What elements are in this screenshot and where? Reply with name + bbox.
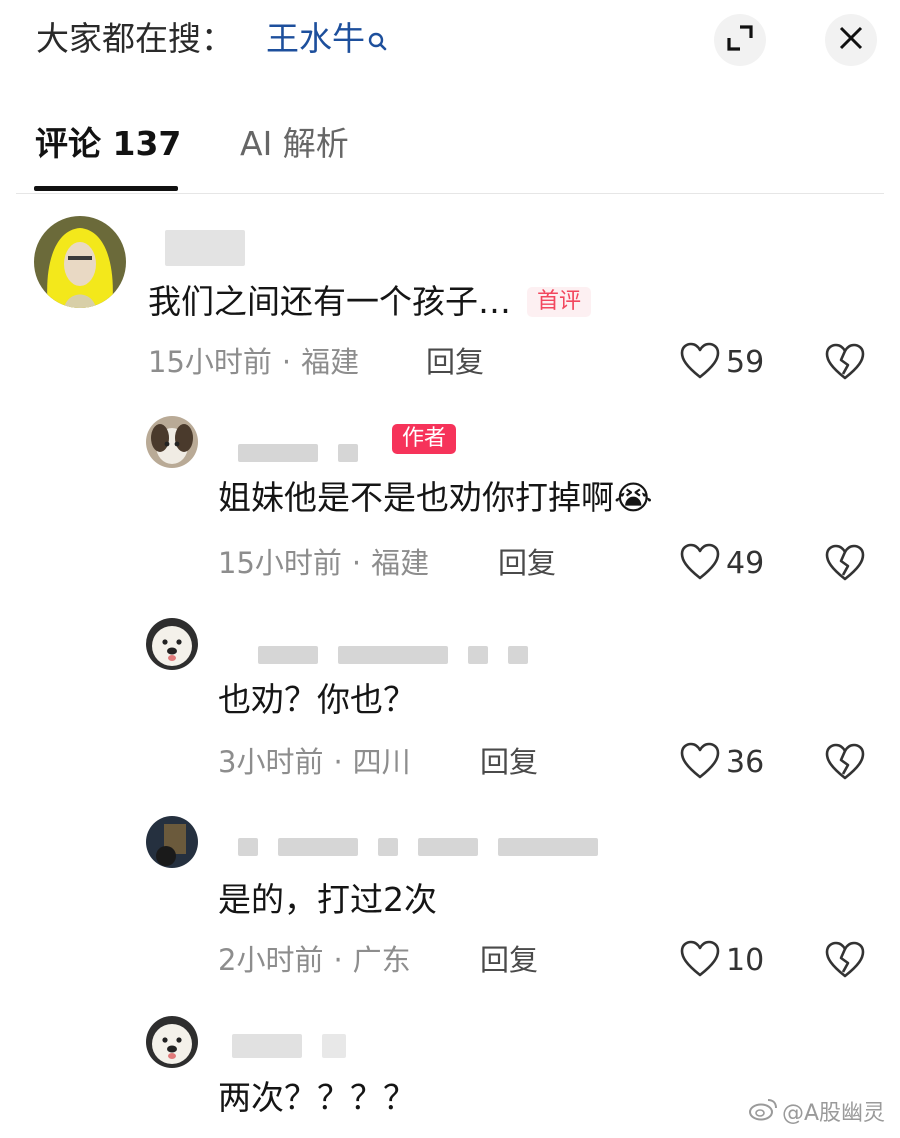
reply-item: 作者 姐妹他是不是也劝你打掉啊😭 15小时前 · 福建 回复 49 (0, 412, 900, 592)
comment-location: 四川 (352, 745, 411, 779)
username-blurred[interactable] (232, 1034, 346, 1058)
close-button[interactable] (825, 14, 877, 66)
active-tab-indicator (34, 186, 178, 191)
expand-icon (725, 23, 755, 57)
avatar[interactable] (34, 216, 126, 308)
reply-button[interactable]: 回复 (480, 742, 538, 782)
comment-text-body: 是的，打过2次 (218, 880, 437, 919)
like-button[interactable]: 36 (680, 742, 764, 784)
search-hint-label: 大家都在搜： (36, 19, 234, 58)
heart-icon (680, 543, 720, 585)
reply-button[interactable]: 回复 (498, 543, 556, 583)
first-comment-badge: 首评 (527, 287, 592, 317)
like-count: 36 (726, 745, 765, 780)
meta-separator: · (333, 745, 343, 779)
reply-item: 是的，打过2次 2小时前 · 广东 回复 10 (0, 812, 900, 992)
comment-text: 姐妹他是不是也劝你打掉啊😭 (218, 476, 653, 520)
broken-heart-icon (825, 544, 865, 586)
tabs-divider (16, 193, 884, 194)
comment-meta: 3小时前 · 四川 (218, 742, 411, 782)
like-button[interactable]: 59 (680, 342, 764, 384)
username-blurred[interactable] (165, 230, 245, 266)
author-badge: 作者 (392, 424, 457, 454)
comment-time: 2小时前 (218, 943, 324, 977)
dislike-button[interactable] (825, 743, 865, 785)
comment-location: 广东 (352, 943, 411, 977)
like-button[interactable]: 49 (680, 543, 764, 585)
comment-item: 我们之间还有一个孩子… 首评 15小时前 · 福建 回复 59 (0, 212, 900, 392)
top-search-bar: 大家都在搜： 王水牛 (0, 0, 900, 80)
comment-text-body: 姐妹他是不是也劝你打掉啊😭 (218, 478, 653, 517)
tab-ai-analysis[interactable]: AI 解析 (240, 122, 349, 166)
username-blurred[interactable] (238, 444, 358, 462)
meta-separator: · (281, 345, 292, 379)
weibo-icon (748, 1097, 778, 1130)
heart-icon (680, 742, 720, 784)
comment-text: 我们之间还有一个孩子… 首评 (148, 280, 592, 324)
comment-text: 也劝？你也？ (218, 678, 416, 722)
magnifier-icon (368, 22, 388, 64)
like-button[interactable]: 10 (680, 940, 764, 982)
watermark-text: @A股幽灵 (782, 1100, 886, 1126)
comment-meta: 15小时前 · 福建 (218, 543, 429, 583)
avatar[interactable] (146, 816, 198, 868)
comment-text: 两次？？？？ (218, 1076, 416, 1120)
search-suggestion-text: 王水牛 (266, 19, 365, 58)
like-count: 49 (726, 546, 765, 581)
like-count: 59 (726, 345, 765, 380)
comment-text-body: 两次？？？？ (218, 1078, 416, 1117)
avatar[interactable] (146, 618, 198, 670)
comment-time: 15小时前 (218, 546, 342, 580)
search-suggestion-link[interactable]: 王水牛 (266, 18, 388, 64)
reply-button[interactable]: 回复 (426, 342, 484, 382)
comment-text-body: 也劝？你也？ (218, 680, 416, 719)
comment-tabs: 评论 137 AI 解析 (0, 118, 900, 194)
broken-heart-icon (825, 941, 865, 983)
username-blurred[interactable] (238, 838, 598, 856)
like-count: 10 (726, 943, 765, 978)
dislike-button[interactable] (825, 544, 865, 586)
meta-separator: · (333, 943, 343, 977)
avatar[interactable] (146, 416, 198, 468)
username-blurred[interactable] (258, 646, 528, 664)
heart-icon (680, 342, 720, 384)
broken-heart-icon (825, 343, 865, 385)
reply-item: 也劝？你也？ 3小时前 · 四川 回复 36 (0, 614, 900, 794)
watermark: @A股幽灵 (748, 1097, 885, 1130)
comment-time: 3小时前 (218, 745, 324, 779)
comment-text: 是的，打过2次 (218, 878, 437, 922)
comment-time: 15小时前 (148, 345, 272, 379)
dislike-button[interactable] (825, 941, 865, 983)
close-icon (838, 25, 864, 55)
comment-meta: 2小时前 · 广东 (218, 940, 411, 980)
avatar[interactable] (146, 1016, 198, 1068)
comment-text-body: 我们之间还有一个孩子… (148, 282, 511, 321)
meta-separator: · (351, 546, 362, 580)
reply-button[interactable]: 回复 (480, 940, 538, 980)
broken-heart-icon (825, 743, 865, 785)
dislike-button[interactable] (825, 343, 865, 385)
tab-comments[interactable]: 评论 137 (35, 122, 181, 166)
comment-location: 福建 (371, 546, 430, 580)
expand-button[interactable] (714, 14, 766, 66)
comment-location: 福建 (301, 345, 360, 379)
comment-meta: 15小时前 · 福建 (148, 342, 359, 382)
heart-icon (680, 940, 720, 982)
